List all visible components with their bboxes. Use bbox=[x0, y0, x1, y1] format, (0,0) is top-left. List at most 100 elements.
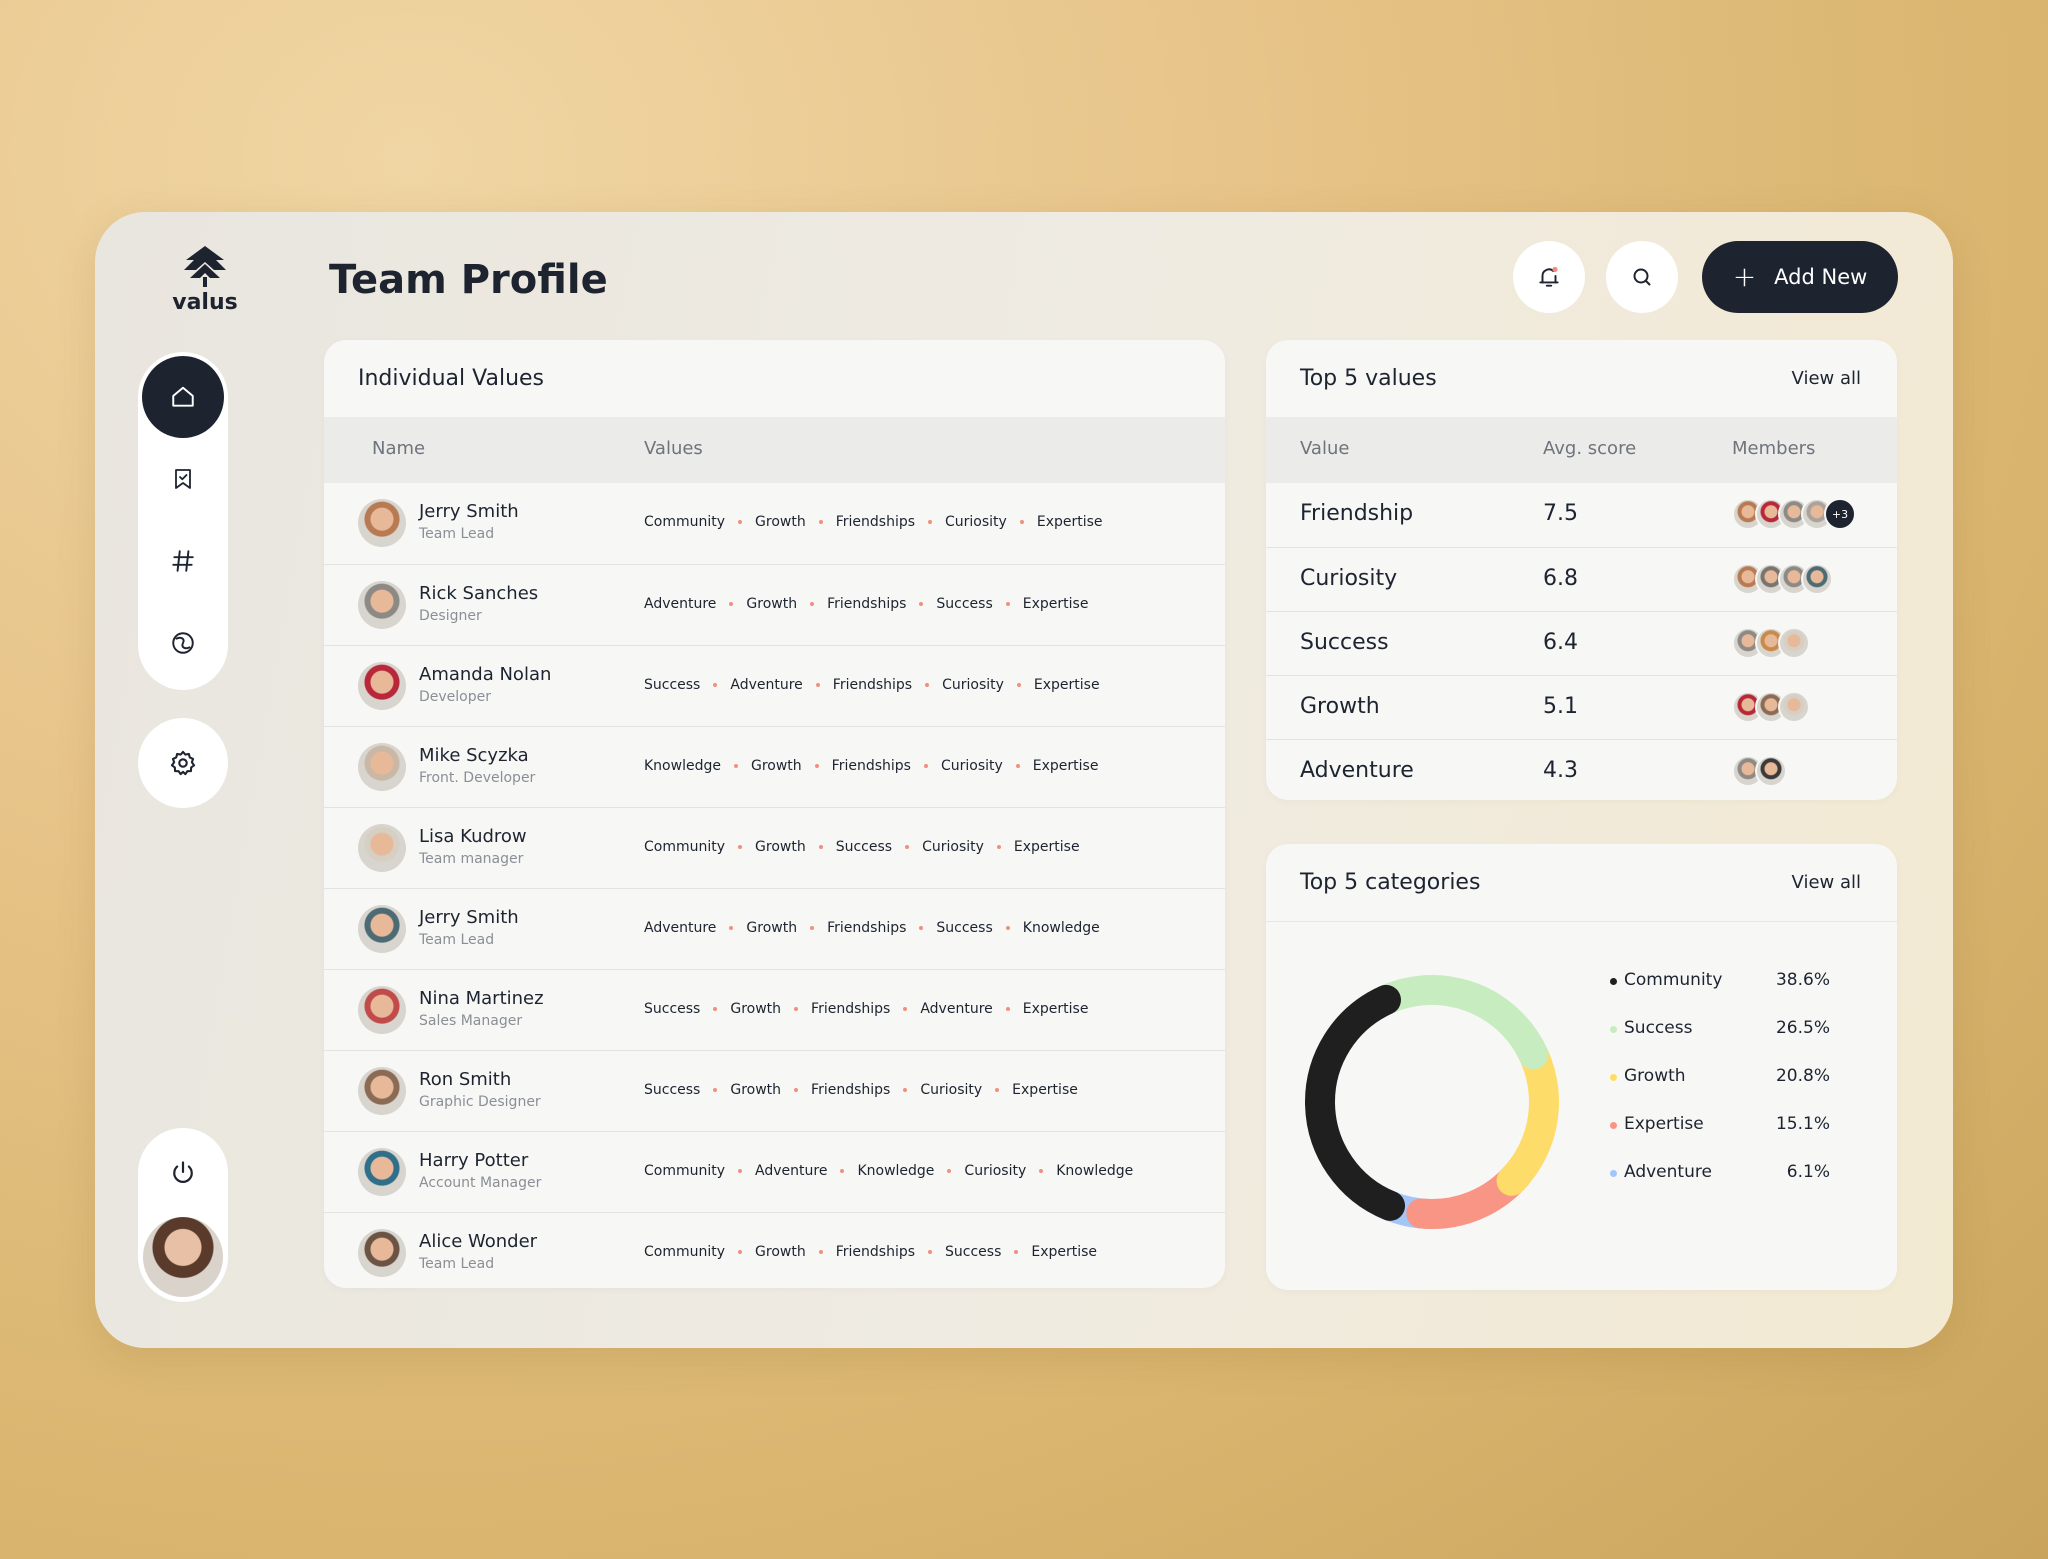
person-role: Graphic Designer bbox=[419, 1094, 541, 1110]
categories-legend: Community 38.6% Success 26.5% Growth 20.8% Exp… bbox=[1610, 958, 1830, 1198]
avatar[interactable] bbox=[358, 824, 406, 872]
nav-bookmarks[interactable] bbox=[142, 438, 224, 520]
value-tag: Knowledge bbox=[857, 1163, 935, 1179]
separator-dot bbox=[713, 1007, 718, 1011]
separator-dot bbox=[919, 602, 924, 606]
table-row[interactable]: Friendship 7.5 +3 bbox=[1266, 483, 1897, 547]
separator-dot bbox=[815, 683, 820, 687]
table-header: Name Values bbox=[324, 417, 1225, 483]
divider bbox=[1266, 921, 1897, 922]
avatar[interactable] bbox=[358, 905, 406, 953]
value-tag: Expertise bbox=[1013, 839, 1080, 855]
avatar[interactable] bbox=[358, 499, 406, 547]
settings-button[interactable] bbox=[138, 718, 228, 808]
nav-home[interactable] bbox=[142, 356, 224, 438]
table-row[interactable]: Rick Sanches Designer Adventure Growth Frien… bbox=[324, 564, 1225, 645]
more-members-badge[interactable]: +3 bbox=[1824, 498, 1856, 530]
legend-value: 26.5% bbox=[1775, 1018, 1830, 1038]
value-tag: Expertise bbox=[1031, 1244, 1098, 1260]
nav-values[interactable] bbox=[142, 602, 224, 684]
separator-dot bbox=[947, 1169, 952, 1173]
value-tag: Adventure bbox=[730, 677, 803, 693]
legend-dot bbox=[1610, 1026, 1617, 1033]
separator-dot bbox=[818, 520, 823, 524]
member-avatar[interactable] bbox=[1778, 691, 1810, 723]
value-tag: Friendships bbox=[827, 920, 907, 936]
donut-segment-success[interactable] bbox=[1363, 975, 1549, 1070]
person-name: Harry Potter bbox=[419, 1150, 529, 1171]
table-row[interactable]: Alice Wonder Team Lead Community Growth Frie… bbox=[324, 1212, 1225, 1288]
table-row[interactable]: Jerry Smith Team Lead Adventure Growth Frien… bbox=[324, 888, 1225, 969]
avatar[interactable] bbox=[358, 986, 406, 1034]
table-row[interactable]: Mike Scyzka Front. Developer Knowledge Grow… bbox=[324, 726, 1225, 807]
table-row[interactable]: Harry Potter Account Manager Community Adve… bbox=[324, 1131, 1225, 1212]
separator-dot bbox=[928, 520, 933, 524]
column-header-values[interactable]: Values bbox=[644, 438, 703, 459]
search-button[interactable] bbox=[1606, 241, 1678, 313]
value-name: Adventure bbox=[1300, 758, 1414, 783]
avatar[interactable] bbox=[358, 581, 406, 629]
table-row[interactable]: Success 6.4 bbox=[1266, 611, 1897, 675]
legend-label: Success bbox=[1624, 1018, 1693, 1038]
avatar[interactable] bbox=[358, 1067, 406, 1115]
view-all-link[interactable]: View all bbox=[1792, 872, 1861, 893]
notifications-button[interactable] bbox=[1513, 241, 1585, 313]
avatar[interactable] bbox=[358, 743, 406, 791]
nav-tags[interactable] bbox=[142, 520, 224, 602]
column-header-score[interactable]: Avg. score bbox=[1543, 438, 1636, 459]
top-categories-card: Top 5 categories View all Community 38.6%… bbox=[1266, 844, 1897, 1290]
table-row[interactable]: Adventure 4.3 bbox=[1266, 739, 1897, 800]
person-name: Mike Scyzka bbox=[419, 745, 529, 766]
avatar[interactable] bbox=[358, 1148, 406, 1196]
column-header-name[interactable]: Name bbox=[372, 438, 425, 459]
user-avatar[interactable] bbox=[140, 1214, 226, 1300]
bookmark-icon bbox=[175, 469, 191, 489]
add-new-button[interactable]: + Add New bbox=[1702, 241, 1898, 313]
add-new-label: Add New bbox=[1774, 265, 1868, 289]
member-avatar[interactable] bbox=[1778, 627, 1810, 659]
values-list: Adventure Growth Friendships Success Experti… bbox=[644, 596, 1088, 612]
value-tag: Expertise bbox=[1033, 677, 1100, 693]
members-stack bbox=[1732, 627, 1810, 659]
separator-dot bbox=[738, 520, 743, 524]
value-tag: Curiosity bbox=[922, 839, 984, 855]
member-avatar[interactable] bbox=[1801, 563, 1833, 595]
separator-dot bbox=[923, 764, 928, 768]
legend-label: Growth bbox=[1624, 1066, 1686, 1086]
legend-dot bbox=[1610, 1122, 1617, 1129]
legend-item: Success 26.5% bbox=[1610, 1006, 1830, 1054]
value-tag: Curiosity bbox=[920, 1082, 983, 1098]
table-row[interactable]: Lisa Kudrow Team manager Community Growth Su… bbox=[324, 807, 1225, 888]
brand-logo[interactable]: valus bbox=[155, 244, 255, 315]
legend-dot bbox=[1610, 1170, 1617, 1177]
member-avatar[interactable] bbox=[1755, 755, 1787, 787]
separator-dot bbox=[903, 1088, 908, 1092]
value-tag: Friendships bbox=[811, 1082, 891, 1098]
table-row[interactable]: Nina Martinez Sales Manager Success Growth F… bbox=[324, 969, 1225, 1050]
avatar[interactable] bbox=[358, 662, 406, 710]
legend-item: Adventure 6.1% bbox=[1610, 1150, 1830, 1198]
table-row[interactable]: Growth 5.1 bbox=[1266, 675, 1897, 739]
separator-dot bbox=[1014, 1250, 1019, 1254]
table-row[interactable]: Jerry Smith Team Lead Community Growth Frien… bbox=[324, 483, 1225, 564]
logout-button[interactable] bbox=[142, 1132, 224, 1214]
person-role: Designer bbox=[419, 608, 482, 624]
person-role: Team Lead bbox=[419, 932, 495, 948]
home-icon bbox=[172, 386, 194, 407]
separator-dot bbox=[919, 926, 924, 930]
view-all-link[interactable]: View all bbox=[1792, 368, 1861, 389]
avatar[interactable] bbox=[358, 1229, 406, 1277]
table-row[interactable]: Amanda Nolan Developer Success Adventure Fri… bbox=[324, 645, 1225, 726]
value-name: Growth bbox=[1300, 694, 1380, 719]
table-row[interactable]: Curiosity 6.8 bbox=[1266, 547, 1897, 611]
column-header-value[interactable]: Value bbox=[1300, 438, 1349, 459]
value-tag: Curiosity bbox=[945, 514, 1007, 530]
value-tag: Curiosity bbox=[940, 758, 1003, 774]
column-header-members[interactable]: Members bbox=[1732, 438, 1815, 459]
values-list: Community Growth Friendships Curiosity Exper… bbox=[644, 514, 1103, 530]
value-tag: Friendships bbox=[835, 1244, 916, 1260]
separator-dot bbox=[995, 1088, 1000, 1092]
donut-segment-community[interactable] bbox=[1305, 984, 1406, 1221]
table-row[interactable]: Ron Smith Graphic Designer Success Growth Fr… bbox=[324, 1050, 1225, 1131]
values-list: Knowledge Growth Friendships Curiosity Exper… bbox=[644, 758, 1098, 774]
